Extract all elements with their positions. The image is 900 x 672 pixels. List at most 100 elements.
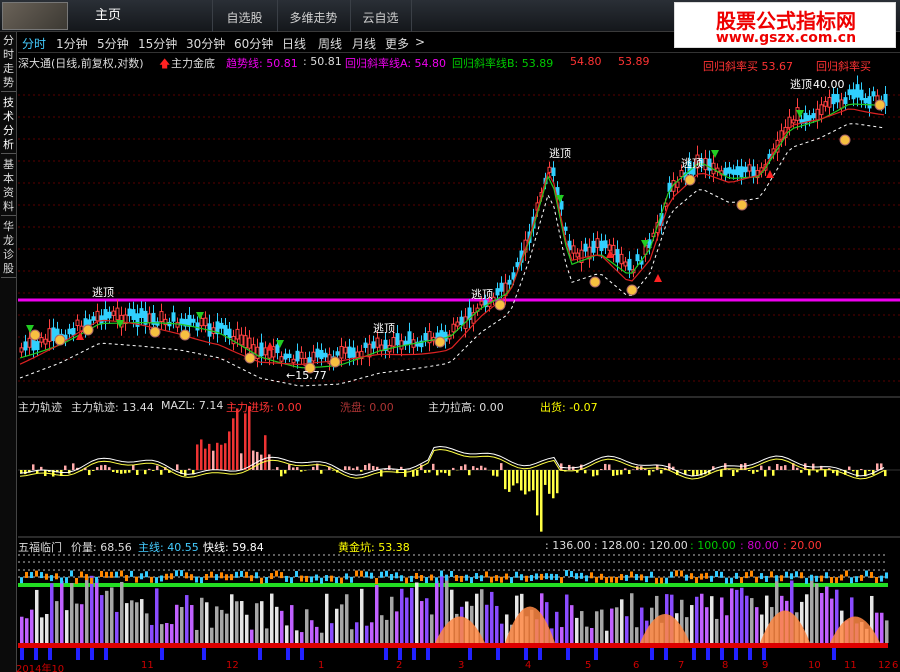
indicator1-bar: [124, 470, 127, 474]
indicator1-bar: [464, 464, 467, 470]
date-label-4: 1: [318, 660, 325, 671]
indicator1-bar: [720, 470, 723, 477]
candle-body: [395, 333, 400, 346]
candle-body: [67, 328, 72, 335]
indicator2-bar: [135, 602, 139, 643]
candle-body: [295, 350, 300, 362]
escape-top-label-1: 逃顶: [92, 286, 114, 299]
indicator2-blue-tick: [48, 648, 52, 660]
indicator2-bar: [585, 626, 589, 643]
ma-white-dashed-line: [19, 123, 885, 387]
candle-body: [95, 310, 100, 322]
indicator2-top-bar: [670, 571, 673, 578]
indicator2-blue-tick: [720, 648, 724, 660]
indicator2-bar: [200, 597, 204, 643]
indicator2-top-bar: [640, 574, 643, 581]
indicator2-blue-tick: [664, 648, 668, 660]
indicator2-top-bar: [810, 574, 813, 581]
indicator1-bar: [404, 470, 407, 477]
candle-body: [103, 309, 108, 322]
indicator2-bar: [310, 620, 314, 643]
indicator2-top-bar: [40, 572, 43, 579]
indicator2-top-bar: [625, 574, 628, 581]
candle-body: [351, 347, 356, 358]
indicator2-bar: [400, 588, 404, 643]
indicator1-bar: [768, 466, 771, 470]
indicator1-bar: [884, 470, 887, 477]
indicator2-blue-tick: [286, 648, 290, 660]
indicator2-top-bar: [430, 574, 433, 581]
candle-body: [495, 288, 500, 296]
indicator2-bar: [720, 597, 724, 643]
indicator2-top-bar: [155, 577, 158, 584]
indicator1-bar: [632, 469, 635, 470]
indicator1-bar: [284, 470, 287, 474]
indicator2-top-bar: [680, 570, 683, 577]
indicator1-bar: [116, 470, 119, 473]
indicator2-blue-tick: [734, 648, 738, 660]
indicator2-top-bar: [510, 577, 513, 584]
indicator2-blue-tick: [538, 648, 542, 660]
candle-body: [735, 166, 740, 176]
candle-body: [375, 337, 380, 348]
indicator2-top-bar: [550, 573, 553, 580]
indicator1-bar: [256, 451, 259, 470]
indicator2-top-bar: [665, 577, 668, 584]
indicator1-bar: [524, 470, 527, 495]
indicator2-top-bar: [115, 571, 118, 578]
indicator2-bar: [425, 598, 429, 643]
indicator2-top-bar: [515, 571, 518, 578]
indicator2-bar: [340, 604, 344, 643]
indicator2-top-bar: [165, 573, 168, 580]
candle-body: [315, 348, 320, 358]
indicator2-top-bar: [880, 575, 883, 582]
indicator1-bar: [364, 464, 367, 470]
indicator2-top-bar: [405, 577, 408, 584]
indicator2-bar: [235, 601, 239, 643]
indicator2-top-bar: [305, 575, 308, 582]
indicator2-blue-tick: [426, 648, 430, 660]
indicator2-top-bar: [380, 571, 383, 578]
indicator2-top-bar: [265, 577, 268, 584]
indicator2-top-bar: [230, 574, 233, 581]
indicator2-top-bar: [450, 570, 453, 577]
indicator2-bar: [695, 596, 699, 643]
indicator2-top-bar: [530, 574, 533, 581]
indicator1-bar: [304, 470, 307, 471]
candle-body: [51, 327, 56, 341]
indicator2-top-bar: [400, 575, 403, 582]
indicator1-bar: [296, 467, 299, 470]
candle-body: [847, 89, 852, 96]
indicator2-top-bar: [755, 576, 758, 583]
candle-body: [615, 249, 620, 263]
indicator1-bar: [556, 470, 559, 494]
indicator1-bar: [756, 470, 759, 472]
indicator1-bar: [64, 465, 67, 470]
indicator2-bar: [830, 598, 834, 643]
indicator2-bar: [170, 624, 174, 643]
indicator1-bar: [204, 448, 207, 470]
indicator2-bar: [245, 614, 249, 643]
date-label-16: 6: [892, 660, 899, 671]
candle-body: [575, 252, 580, 258]
indicator1-bar: [760, 465, 763, 470]
indicator2-top-bar: [785, 571, 788, 578]
indicator1-bar: [236, 408, 239, 470]
indicator2-bar: [415, 582, 419, 643]
candle-body: [291, 358, 296, 364]
indicator2-bar: [225, 613, 229, 643]
candle-body: [211, 327, 216, 334]
indicator2-bar: [595, 611, 599, 643]
candle-body: [723, 167, 728, 176]
indicator2-top-bar: [885, 572, 888, 579]
indicator2-bar: [240, 601, 244, 643]
candle-body: [243, 335, 248, 349]
indicator2-blue-tick: [104, 648, 108, 660]
indicator2-top-bar: [160, 575, 163, 582]
indicator2-blue-tick: [202, 648, 206, 660]
candle-body: [599, 240, 604, 252]
indicator2-top-bar: [180, 570, 183, 577]
indicator2-top-bar: [310, 576, 313, 583]
indicator2-top-bar: [805, 577, 808, 584]
candle-body: [311, 351, 316, 362]
